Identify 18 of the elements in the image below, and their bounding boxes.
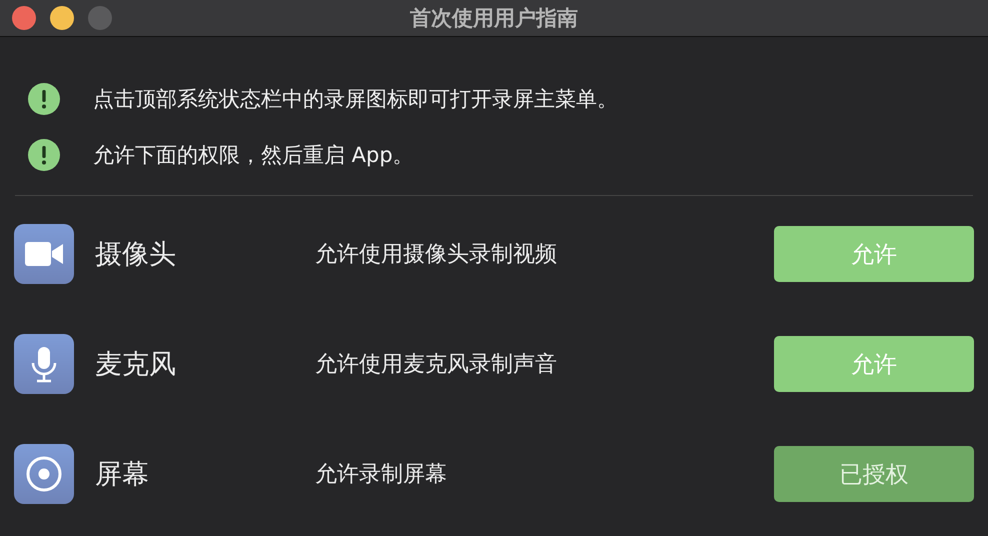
permission-description: 允许录制屏幕 <box>315 461 448 489</box>
permission-description: 允许使用麦克风录制声音 <box>315 351 558 379</box>
note-text: 允许下面的权限，然后重启 App。 <box>93 142 414 169</box>
note-text: 点击顶部系统状态栏中的录屏图标即可打开录屏主菜单。 <box>93 86 618 113</box>
exclamation-icon <box>28 83 60 115</box>
camera-icon <box>14 224 74 284</box>
exclamation-icon <box>28 139 60 171</box>
permission-name: 屏幕 <box>95 458 150 492</box>
minimize-button[interactable] <box>50 6 74 30</box>
record-icon <box>14 444 74 504</box>
permission-name: 麦克风 <box>95 348 177 382</box>
microphone-icon <box>14 334 74 394</box>
allow-button[interactable]: 允许 <box>774 336 974 392</box>
window-title: 首次使用用户指南 <box>410 5 578 32</box>
allow-button[interactable]: 允许 <box>774 226 974 282</box>
close-button[interactable] <box>12 6 36 30</box>
permission-name: 摄像头 <box>95 238 177 272</box>
permission-description: 允许使用摄像头录制视频 <box>315 241 558 269</box>
